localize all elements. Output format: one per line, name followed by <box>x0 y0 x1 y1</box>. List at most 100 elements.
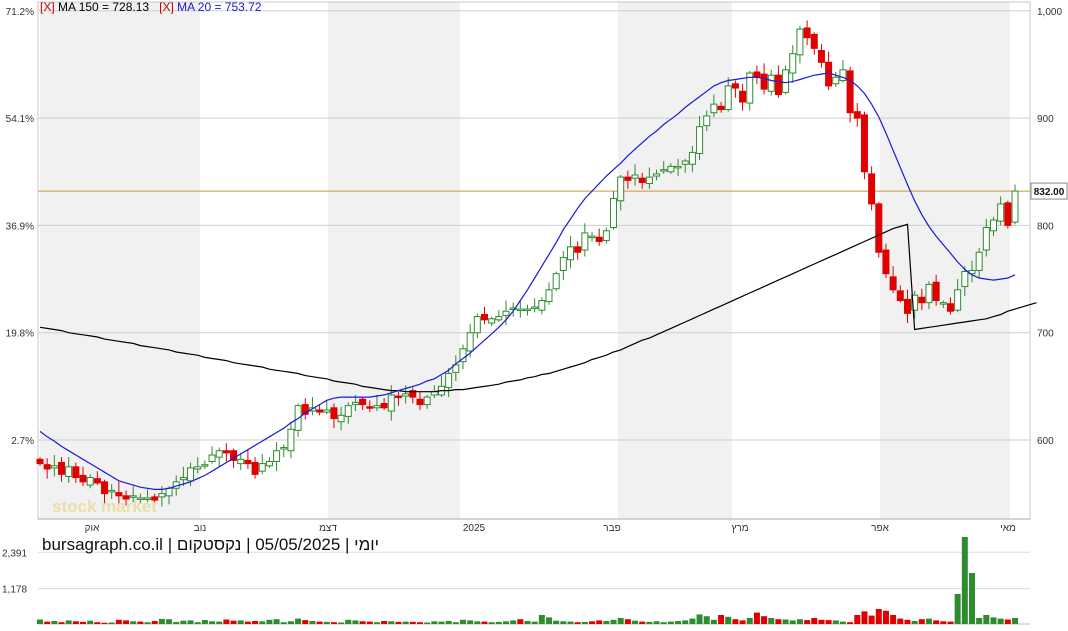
candle-body <box>480 313 488 321</box>
volume-bar <box>502 621 509 624</box>
candle-body <box>538 300 546 311</box>
volume-bar <box>617 618 624 624</box>
volume-bar <box>259 621 266 624</box>
candle-body <box>624 176 632 181</box>
volume-bar <box>990 617 997 624</box>
candle-body <box>337 414 345 423</box>
candle-body <box>351 401 359 406</box>
legend: [X] MA 150 = 728.13 [X] MA 20 = 753.72 <box>40 0 262 14</box>
volume-bar <box>847 622 854 624</box>
candle-body <box>287 428 295 452</box>
volume-bar <box>395 621 402 624</box>
volume-bar <box>445 621 452 624</box>
volume-bar <box>567 621 574 624</box>
percent-tick-label: 19.8% <box>6 329 34 340</box>
volume-bar <box>603 621 610 624</box>
volume-bar <box>467 620 474 624</box>
price-tick-label: 700 <box>1037 329 1054 340</box>
candle-body <box>946 303 954 312</box>
volume-bar <box>87 620 94 624</box>
candle-body <box>473 316 481 334</box>
candle-body <box>796 28 804 56</box>
volume-bar <box>144 622 151 624</box>
candle-body <box>1011 190 1019 223</box>
x-tick-label: נוב <box>194 523 207 534</box>
volume-bar <box>166 619 173 624</box>
candle-body <box>581 232 589 251</box>
candle-body <box>860 114 868 173</box>
candle-body <box>567 246 575 261</box>
candle-body <box>323 409 331 413</box>
close-ma150-button[interactable]: [X] <box>40 0 55 14</box>
candle-body <box>817 50 825 63</box>
candle-body <box>810 33 818 49</box>
candle-body <box>774 74 782 95</box>
candle-body <box>868 173 876 205</box>
percent-tick-label: 71.2% <box>6 7 34 18</box>
candle-body <box>330 407 338 420</box>
volume-bar <box>890 615 897 624</box>
candle-body <box>688 151 696 165</box>
candle-body <box>158 493 166 498</box>
close-ma20-button[interactable]: [X] <box>159 0 174 14</box>
volume-bar <box>524 621 531 624</box>
candle-body <box>165 487 173 497</box>
volume-bar <box>632 620 639 624</box>
volume-bar <box>925 618 932 624</box>
candle-body <box>932 281 940 302</box>
volume-bar <box>158 618 165 624</box>
volume-bar <box>266 619 273 624</box>
candle-body <box>122 495 130 500</box>
candle-body <box>115 492 123 497</box>
candle-body <box>273 450 281 462</box>
volume-bar <box>194 622 201 624</box>
volume-bar <box>718 615 725 624</box>
candle-body <box>889 276 897 291</box>
volume-bar <box>51 621 58 624</box>
candle-body <box>366 406 374 409</box>
volume-bar <box>538 615 545 624</box>
volume-bar <box>381 621 388 624</box>
candle-body <box>653 173 661 177</box>
candle-body <box>875 203 883 253</box>
candle-body <box>545 289 553 303</box>
volume-bar <box>216 621 223 624</box>
volume-bar <box>431 621 438 624</box>
candle-body <box>710 103 718 114</box>
volume-bar <box>940 621 947 624</box>
volume-bar <box>1012 618 1018 624</box>
candle-body <box>237 458 245 465</box>
candle-body <box>65 466 73 477</box>
candle-body <box>58 462 66 475</box>
candle-body <box>610 198 618 229</box>
volume-bar <box>775 619 782 624</box>
candle-body <box>516 308 524 312</box>
volume-bar <box>531 621 538 624</box>
candle-body <box>696 126 704 155</box>
candle-body <box>251 462 259 475</box>
volume-bar <box>947 621 954 624</box>
volume-bar <box>897 618 904 624</box>
volume-bar <box>72 621 79 624</box>
candle-body <box>954 289 962 311</box>
candle-body <box>645 176 653 185</box>
volume-bar <box>280 622 287 624</box>
volume-bar <box>624 619 631 624</box>
candle-body <box>789 53 797 74</box>
volume-bar <box>732 619 739 624</box>
volume-bar <box>753 612 760 624</box>
candle-body <box>43 464 51 470</box>
candle-body <box>574 246 582 253</box>
candle-body <box>93 478 101 484</box>
volume-bar <box>911 621 918 624</box>
candle-body <box>739 90 747 103</box>
candle-body <box>101 481 109 495</box>
volume-bar <box>739 620 746 624</box>
x-tick-label: אפר <box>871 523 889 534</box>
percent-tick-label: 36.9% <box>6 221 34 232</box>
candle-body <box>717 105 725 111</box>
x-tick-label: אוק <box>85 523 100 534</box>
volume-bar <box>954 594 961 624</box>
price-tick-label: 900 <box>1037 114 1054 125</box>
candle-body <box>144 497 152 500</box>
